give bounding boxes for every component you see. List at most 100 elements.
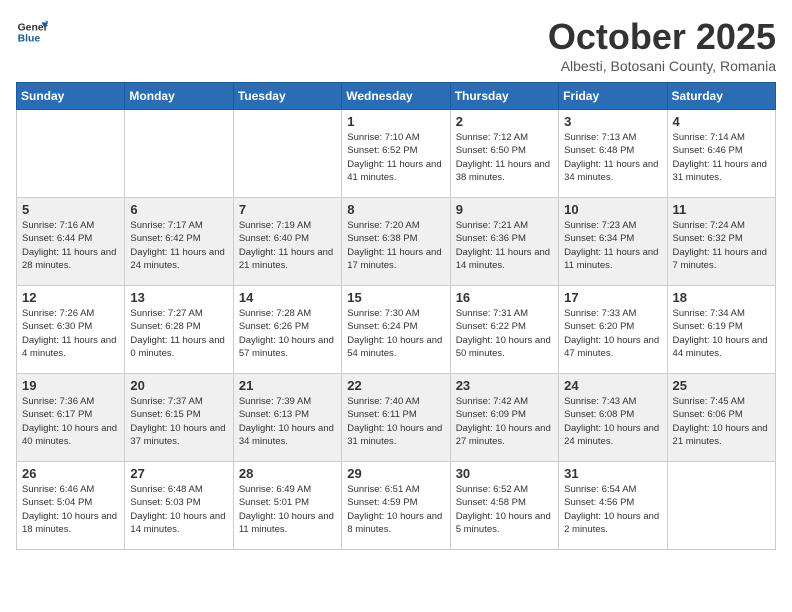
calendar-day-17: 17Sunrise: 7:33 AM Sunset: 6:20 PM Dayli…	[559, 286, 667, 374]
calendar-day-5: 5 Sunrise: 7:16 AM Sunset: 6:44 PM Daylig…	[17, 198, 125, 286]
day-number: 14	[239, 290, 336, 305]
calendar-day-11: 11Sunrise: 7:24 AM Sunset: 6:32 PM Dayli…	[667, 198, 775, 286]
day-number: 22	[347, 378, 444, 393]
day-info: Sunrise: 7:24 AM Sunset: 6:32 PM Dayligh…	[673, 219, 770, 272]
day-info: Sunrise: 7:19 AM Sunset: 6:40 PM Dayligh…	[239, 219, 336, 272]
calendar-day-31: 31 Sunrise: 6:54 AM Sunset: 4:56 PM Dayli…	[559, 462, 667, 550]
weekday-header-tuesday: Tuesday	[233, 83, 341, 110]
day-info: Sunrise: 7:13 AM Sunset: 6:48 PM Dayligh…	[564, 131, 661, 184]
day-info: Sunrise: 7:45 AM Sunset: 6:06 PM Dayligh…	[673, 395, 770, 448]
calendar-day-28: 28 Sunrise: 6:49 AM Sunset: 5:01 PM Dayli…	[233, 462, 341, 550]
day-number: 24	[564, 378, 661, 393]
day-number: 18	[673, 290, 770, 305]
calendar-day-16: 16 Sunrise: 7:31 AM Sunset: 6:22 PM Dayli…	[450, 286, 558, 374]
day-info: Sunrise: 7:42 AM Sunset: 6:09 PM Dayligh…	[456, 395, 553, 448]
day-info: Sunrise: 6:54 AM Sunset: 4:56 PM Dayligh…	[564, 483, 661, 536]
day-number: 30	[456, 466, 553, 481]
logo-icon: General Blue	[16, 16, 48, 48]
calendar-week-row: 1 Sunrise: 7:10 AM Sunset: 6:52 PM Daylig…	[17, 110, 776, 198]
calendar-day-9: 9 Sunrise: 7:21 AM Sunset: 6:36 PM Daylig…	[450, 198, 558, 286]
day-number: 4	[673, 114, 770, 129]
day-info: Sunrise: 7:16 AM Sunset: 6:44 PM Dayligh…	[22, 219, 119, 272]
weekday-header-wednesday: Wednesday	[342, 83, 450, 110]
calendar-table: SundayMondayTuesdayWednesdayThursdayFrid…	[16, 82, 776, 550]
weekday-header-row: SundayMondayTuesdayWednesdayThursdayFrid…	[17, 83, 776, 110]
calendar-day-18: 18 Sunrise: 7:34 AM Sunset: 6:19 PM Dayli…	[667, 286, 775, 374]
day-number: 13	[130, 290, 227, 305]
calendar-day-6: 6 Sunrise: 7:17 AM Sunset: 6:42 PM Daylig…	[125, 198, 233, 286]
day-number: 28	[239, 466, 336, 481]
day-info: Sunrise: 7:31 AM Sunset: 6:22 PM Dayligh…	[456, 307, 553, 360]
day-number: 29	[347, 466, 444, 481]
day-info: Sunrise: 7:37 AM Sunset: 6:15 PM Dayligh…	[130, 395, 227, 448]
calendar-day-3: 3 Sunrise: 7:13 AM Sunset: 6:48 PM Daylig…	[559, 110, 667, 198]
day-info: Sunrise: 7:10 AM Sunset: 6:52 PM Dayligh…	[347, 131, 444, 184]
calendar-week-row: 12 Sunrise: 7:26 AM Sunset: 6:30 PM Dayli…	[17, 286, 776, 374]
weekday-header-monday: Monday	[125, 83, 233, 110]
calendar-day-8: 8Sunrise: 7:20 AM Sunset: 6:38 PM Daylig…	[342, 198, 450, 286]
empty-cell	[233, 110, 341, 198]
day-number: 17	[564, 290, 661, 305]
day-info: Sunrise: 6:51 AM Sunset: 4:59 PM Dayligh…	[347, 483, 444, 536]
calendar-day-22: 22 Sunrise: 7:40 AM Sunset: 6:11 PM Dayli…	[342, 374, 450, 462]
calendar-day-29: 29 Sunrise: 6:51 AM Sunset: 4:59 PM Dayli…	[342, 462, 450, 550]
day-number: 1	[347, 114, 444, 129]
day-info: Sunrise: 7:14 AM Sunset: 6:46 PM Dayligh…	[673, 131, 770, 184]
logo: General Blue	[16, 16, 48, 48]
day-number: 6	[130, 202, 227, 217]
day-number: 9	[456, 202, 553, 217]
day-info: Sunrise: 6:49 AM Sunset: 5:01 PM Dayligh…	[239, 483, 336, 536]
calendar-day-24: 24 Sunrise: 7:43 AM Sunset: 6:08 PM Dayli…	[559, 374, 667, 462]
day-number: 2	[456, 114, 553, 129]
day-number: 3	[564, 114, 661, 129]
day-number: 16	[456, 290, 553, 305]
day-info: Sunrise: 7:39 AM Sunset: 6:13 PM Dayligh…	[239, 395, 336, 448]
empty-cell	[17, 110, 125, 198]
day-info: Sunrise: 7:40 AM Sunset: 6:11 PM Dayligh…	[347, 395, 444, 448]
calendar-day-13: 13Sunrise: 7:27 AM Sunset: 6:28 PM Dayli…	[125, 286, 233, 374]
day-info: Sunrise: 6:48 AM Sunset: 5:03 PM Dayligh…	[130, 483, 227, 536]
empty-cell	[667, 462, 775, 550]
day-info: Sunrise: 7:43 AM Sunset: 6:08 PM Dayligh…	[564, 395, 661, 448]
day-info: Sunrise: 7:30 AM Sunset: 6:24 PM Dayligh…	[347, 307, 444, 360]
calendar-day-15: 15Sunrise: 7:30 AM Sunset: 6:24 PM Dayli…	[342, 286, 450, 374]
day-info: Sunrise: 7:36 AM Sunset: 6:17 PM Dayligh…	[22, 395, 119, 448]
calendar-day-20: 20 Sunrise: 7:37 AM Sunset: 6:15 PM Dayli…	[125, 374, 233, 462]
calendar-day-4: 4 Sunrise: 7:14 AM Sunset: 6:46 PM Daylig…	[667, 110, 775, 198]
empty-cell	[125, 110, 233, 198]
calendar-day-12: 12 Sunrise: 7:26 AM Sunset: 6:30 PM Dayli…	[17, 286, 125, 374]
page-header: General Blue October 2025 Albesti, Botos…	[16, 16, 776, 74]
day-info: Sunrise: 7:20 AM Sunset: 6:38 PM Dayligh…	[347, 219, 444, 272]
day-info: Sunrise: 7:23 AM Sunset: 6:34 PM Dayligh…	[564, 219, 661, 272]
calendar-day-14: 14 Sunrise: 7:28 AM Sunset: 6:26 PM Dayli…	[233, 286, 341, 374]
day-number: 12	[22, 290, 119, 305]
day-info: Sunrise: 7:17 AM Sunset: 6:42 PM Dayligh…	[130, 219, 227, 272]
weekday-header-saturday: Saturday	[667, 83, 775, 110]
calendar-day-10: 10 Sunrise: 7:23 AM Sunset: 6:34 PM Dayli…	[559, 198, 667, 286]
day-info: Sunrise: 7:34 AM Sunset: 6:19 PM Dayligh…	[673, 307, 770, 360]
day-number: 27	[130, 466, 227, 481]
weekday-header-sunday: Sunday	[17, 83, 125, 110]
calendar-day-26: 26Sunrise: 6:46 AM Sunset: 5:04 PM Dayli…	[17, 462, 125, 550]
day-number: 5	[22, 202, 119, 217]
day-number: 20	[130, 378, 227, 393]
day-info: Sunrise: 7:26 AM Sunset: 6:30 PM Dayligh…	[22, 307, 119, 360]
calendar-week-row: 19Sunrise: 7:36 AM Sunset: 6:17 PM Dayli…	[17, 374, 776, 462]
svg-text:Blue: Blue	[18, 34, 41, 45]
day-info: Sunrise: 6:46 AM Sunset: 5:04 PM Dayligh…	[22, 483, 119, 536]
day-info: Sunrise: 7:28 AM Sunset: 6:26 PM Dayligh…	[239, 307, 336, 360]
day-number: 23	[456, 378, 553, 393]
day-number: 31	[564, 466, 661, 481]
weekday-header-friday: Friday	[559, 83, 667, 110]
calendar-day-30: 30Sunrise: 6:52 AM Sunset: 4:58 PM Dayli…	[450, 462, 558, 550]
calendar-week-row: 5 Sunrise: 7:16 AM Sunset: 6:44 PM Daylig…	[17, 198, 776, 286]
calendar-day-2: 2Sunrise: 7:12 AM Sunset: 6:50 PM Daylig…	[450, 110, 558, 198]
calendar-week-row: 26Sunrise: 6:46 AM Sunset: 5:04 PM Dayli…	[17, 462, 776, 550]
calendar-subtitle: Albesti, Botosani County, Romania	[548, 58, 776, 74]
calendar-day-21: 21Sunrise: 7:39 AM Sunset: 6:13 PM Dayli…	[233, 374, 341, 462]
day-info: Sunrise: 7:21 AM Sunset: 6:36 PM Dayligh…	[456, 219, 553, 272]
calendar-title: October 2025	[548, 16, 776, 58]
weekday-header-thursday: Thursday	[450, 83, 558, 110]
day-number: 10	[564, 202, 661, 217]
title-section: October 2025 Albesti, Botosani County, R…	[548, 16, 776, 74]
